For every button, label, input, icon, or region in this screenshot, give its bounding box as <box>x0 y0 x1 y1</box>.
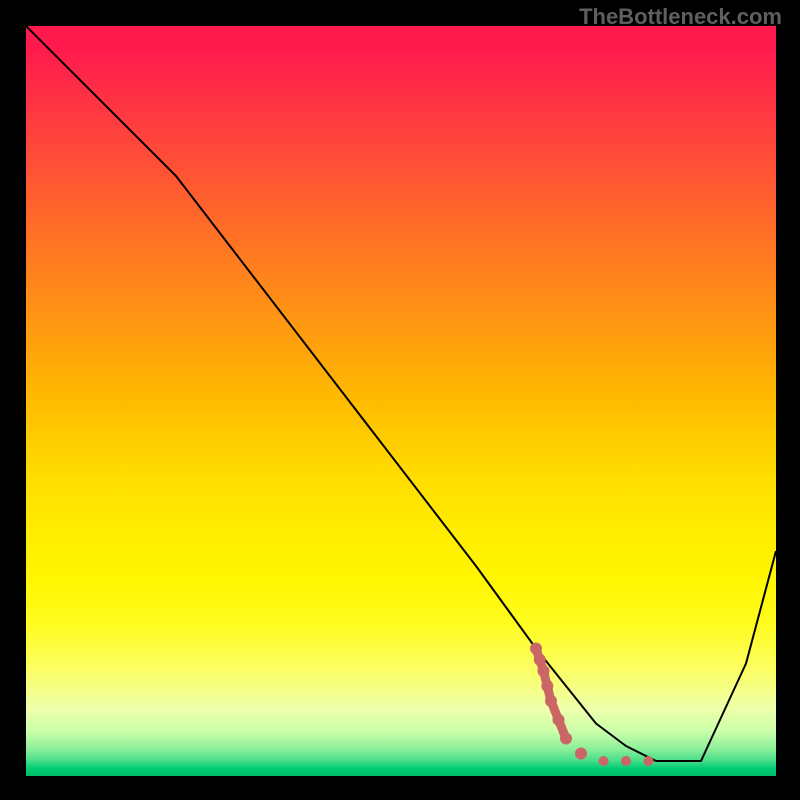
watermark-text: TheBottleneck.com <box>579 4 782 30</box>
highlight-segment-dots <box>530 643 654 767</box>
chart-svg <box>26 26 776 776</box>
bottleneck-curve-line <box>26 26 776 761</box>
chart-plot-area <box>26 26 776 776</box>
